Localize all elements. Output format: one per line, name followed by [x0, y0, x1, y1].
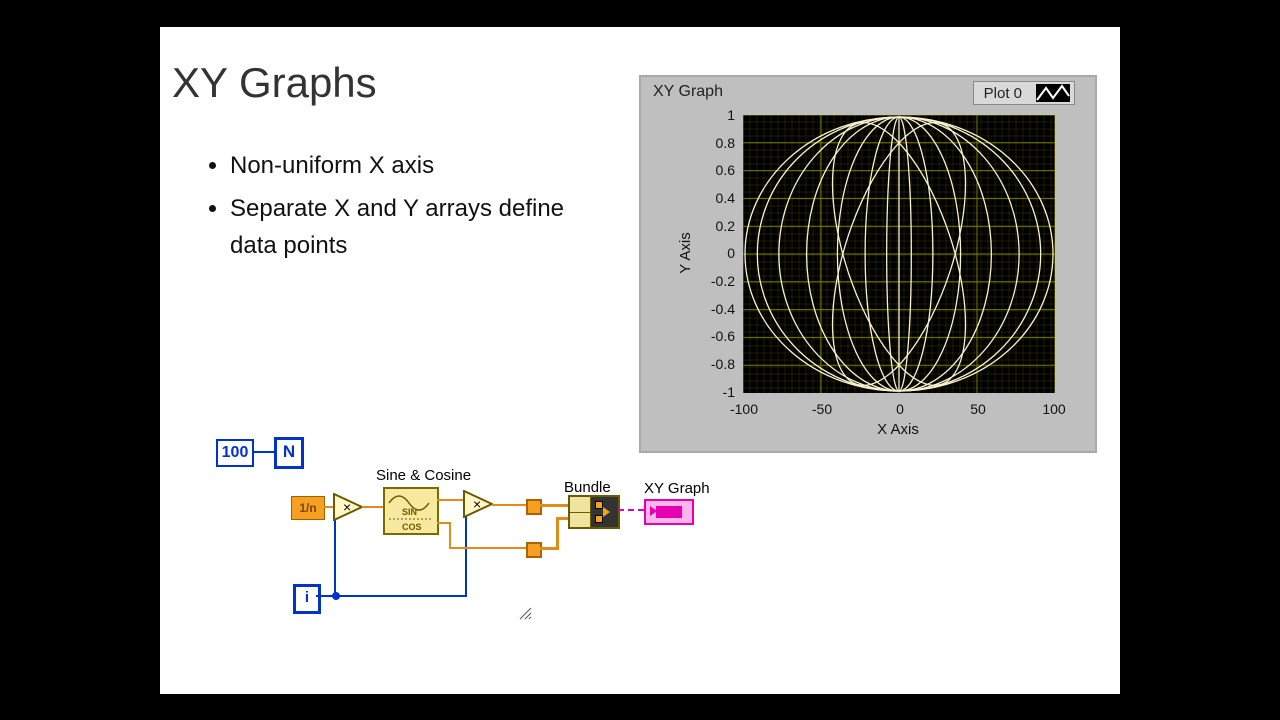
xy-graph-terminal-label: XY Graph [644, 480, 710, 497]
wire [465, 513, 467, 597]
y-tick: -0.6 [695, 328, 735, 344]
bundle-node [568, 495, 620, 529]
y-tick: 1 [695, 107, 735, 123]
y-tick: 0.4 [695, 190, 735, 206]
xy-graph-title: XY Graph [653, 83, 723, 101]
wire [252, 451, 274, 453]
bundle-label: Bundle [564, 479, 611, 496]
wire [316, 595, 336, 597]
multiply-node: × [333, 493, 363, 521]
svg-text:×: × [473, 496, 481, 512]
block-diagram: 100 N i 1/n × Sine & Cosine SIN COS [216, 429, 766, 629]
autoindex-tunnel [526, 499, 542, 515]
sine-cosine-node: SIN COS [383, 487, 439, 535]
x-tick: 100 [1029, 401, 1079, 417]
wire [437, 499, 465, 501]
wire [492, 504, 528, 506]
resize-handle-icon [519, 607, 532, 620]
y-tick: -0.8 [695, 356, 735, 372]
x-tick: -100 [719, 401, 769, 417]
y-tick: 0.8 [695, 135, 735, 151]
sine-cosine-label: Sine & Cosine [376, 467, 471, 484]
multiply-node: × [463, 490, 493, 518]
wire [449, 522, 451, 549]
plot-legend[interactable]: Plot 0 [973, 81, 1075, 105]
autoindex-tunnel [526, 542, 542, 558]
numeric-constant-100: 100 [216, 439, 254, 467]
wire [334, 595, 467, 597]
x-tick: -50 [797, 401, 847, 417]
reciprocal-node: 1/n [291, 496, 325, 520]
y-tick: 0 [695, 245, 735, 261]
wire [618, 509, 644, 511]
loop-count-terminal: N [274, 437, 304, 469]
iteration-terminal: i [293, 584, 321, 614]
y-tick: -0.4 [695, 301, 735, 317]
svg-text:SIN: SIN [402, 507, 417, 517]
plot-legend-swatch-icon [1036, 84, 1070, 102]
y-tick: 0.2 [695, 218, 735, 234]
wire [449, 547, 528, 549]
xy-graph-terminal [644, 499, 694, 525]
bullet-item: Separate X and Y arrays define data poin… [230, 190, 570, 264]
y-tick: -0.2 [695, 273, 735, 289]
slide: XY Graphs Non-uniform X axis Separate X … [160, 27, 1120, 694]
x-tick: 50 [953, 401, 1003, 417]
wire [540, 504, 570, 507]
svg-text:COS: COS [402, 522, 422, 532]
y-tick: -1 [695, 384, 735, 400]
svg-text:×: × [343, 499, 351, 515]
y-tick: 0.6 [695, 162, 735, 178]
bullet-item: Non-uniform X axis [230, 147, 570, 184]
wire [556, 517, 559, 550]
plot-area [743, 115, 1055, 393]
x-tick: 0 [875, 401, 925, 417]
bullet-list: Non-uniform X axis Separate X and Y arra… [210, 147, 570, 271]
wire [334, 515, 336, 597]
xy-graph-panel: XY Graph Plot 0 Y Axis X Axis 1 0.8 0.6 … [639, 75, 1097, 453]
plot-legend-label: Plot 0 [978, 85, 1028, 102]
wire [362, 506, 384, 508]
slide-title: XY Graphs [172, 59, 377, 107]
y-axis-label: Y Axis [677, 232, 694, 273]
